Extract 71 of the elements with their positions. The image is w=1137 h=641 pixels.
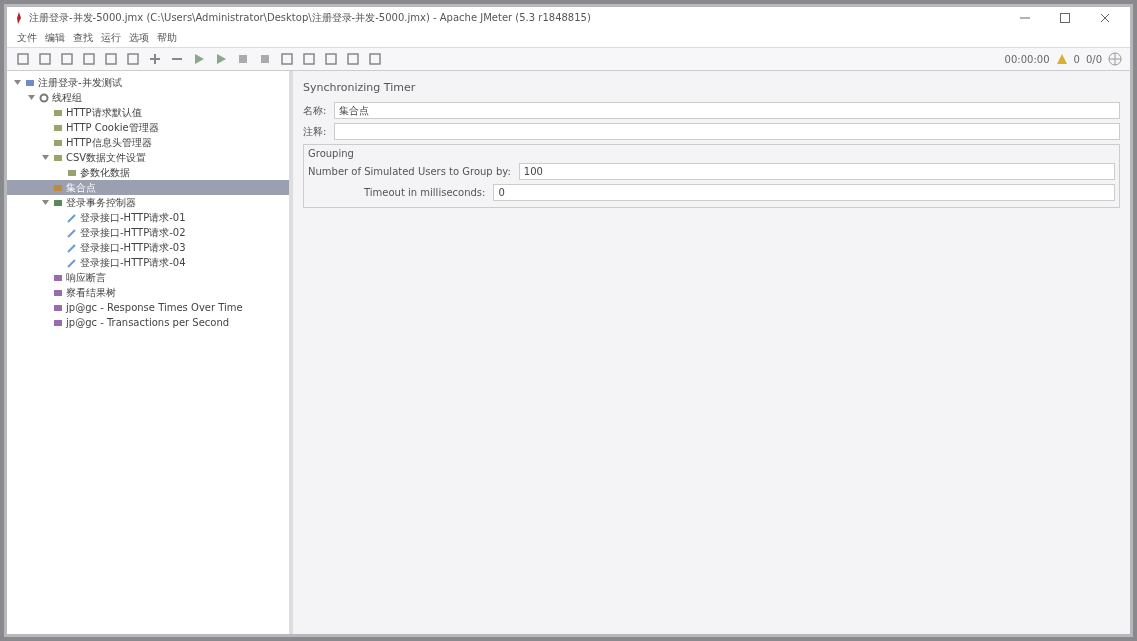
maximize-icon[interactable]: [1060, 13, 1070, 23]
node-icon: [53, 122, 63, 133]
feather-icon: [15, 12, 23, 24]
tree-item[interactable]: 登录接口-HTTP请求-03: [7, 240, 289, 255]
name-field[interactable]: 集合点: [334, 102, 1120, 119]
panel-title: Synchronizing Timer: [303, 80, 417, 96]
tree-item[interactable]: 参数化数据: [7, 165, 289, 180]
comment-label: 注释:: [303, 124, 327, 139]
tree-item[interactable]: jp@gc - Transactions per Second: [7, 315, 289, 330]
tree-item[interactable]: 响应断言: [7, 270, 289, 285]
name-label: 名称:: [303, 103, 327, 118]
tree-item[interactable]: 注册登录-并发测试: [7, 75, 289, 90]
section-title: Grouping: [308, 148, 355, 159]
field-label: Number of Simulated Users to Group by:: [308, 166, 511, 177]
node-icon: [25, 77, 35, 88]
node-icon: [53, 182, 63, 193]
number-field[interactable]: 0: [493, 184, 1115, 201]
tree-item[interactable]: CSV数据文件设置: [7, 150, 289, 165]
tree-item[interactable]: 登录接口-HTTP请求-04: [7, 255, 289, 270]
elapsed-time: 00:00:00: [1004, 53, 1050, 65]
tree-item[interactable]: 察看结果树: [7, 285, 289, 300]
globe-icon[interactable]: [1108, 52, 1122, 66]
menu-item[interactable]: 选项: [129, 31, 149, 45]
pencil-icon: [67, 212, 77, 223]
toolbar-icon[interactable]: [323, 51, 339, 67]
node-icon: [53, 107, 63, 118]
field-label: Timeout in milliseconds:: [364, 187, 486, 198]
warning-count: 0: [1073, 53, 1080, 65]
expand-toggle-icon[interactable]: [41, 198, 50, 207]
pencil-icon: [67, 257, 77, 268]
tree-item[interactable]: jp@gc - Response Times Over Time: [7, 300, 289, 315]
toolbar-icon[interactable]: [59, 51, 75, 67]
close-icon[interactable]: [1100, 13, 1110, 23]
tree-item[interactable]: 线程组: [7, 90, 289, 105]
pencil-icon: [67, 227, 77, 238]
toolbar-icon[interactable]: [37, 51, 53, 67]
tree-item[interactable]: HTTP信息头管理器: [7, 135, 289, 150]
node-icon: [53, 197, 63, 208]
toolbar-icon[interactable]: [301, 51, 317, 67]
thread-count: 0/0: [1085, 53, 1102, 65]
expand-toggle-icon[interactable]: [41, 153, 50, 162]
tree-item[interactable]: HTTP请求默认值: [7, 105, 289, 120]
node-icon: [53, 317, 63, 328]
node-icon: [67, 167, 77, 178]
toolbar-icon[interactable]: [103, 51, 119, 67]
warning-icon[interactable]: [1055, 53, 1068, 65]
menu-item[interactable]: 运行: [101, 31, 121, 45]
toolbar-icon[interactable]: [279, 51, 295, 67]
toolbar-icon[interactable]: [125, 51, 141, 67]
toolbar-icon[interactable]: [81, 51, 97, 67]
menu-item[interactable]: 查找: [73, 31, 93, 45]
toolbar-icon[interactable]: [367, 51, 383, 67]
node-icon: [53, 287, 63, 298]
pencil-icon: [67, 242, 77, 253]
node-icon: [53, 152, 63, 163]
number-field[interactable]: 100: [518, 163, 1115, 180]
comment-field[interactable]: [334, 123, 1120, 140]
node-icon: [53, 137, 63, 148]
tree-item[interactable]: 登录接口-HTTP请求-02: [7, 225, 289, 240]
tree-item[interactable]: 登录接口-HTTP请求-01: [7, 210, 289, 225]
node-icon: [53, 272, 63, 283]
menu-item[interactable]: 文件: [17, 31, 37, 45]
window-title: 注册登录-并发-5000.jmx (C:\Users\Administrator\Desktop\注册登录-并发-5000.jmx) - Apache JMeter (5.3 r1848815): [29, 11, 592, 25]
toolbar-icon[interactable]: [345, 51, 361, 67]
toolbar-icon[interactable]: [147, 51, 163, 67]
toolbar-icon[interactable]: [15, 51, 31, 67]
tree-item[interactable]: 登录事务控制器: [7, 195, 289, 210]
menu-item[interactable]: 编辑: [45, 31, 65, 45]
node-icon: [53, 302, 63, 313]
tree-item[interactable]: HTTP Cookie管理器: [7, 120, 289, 135]
menu-item[interactable]: 帮助: [157, 31, 177, 45]
